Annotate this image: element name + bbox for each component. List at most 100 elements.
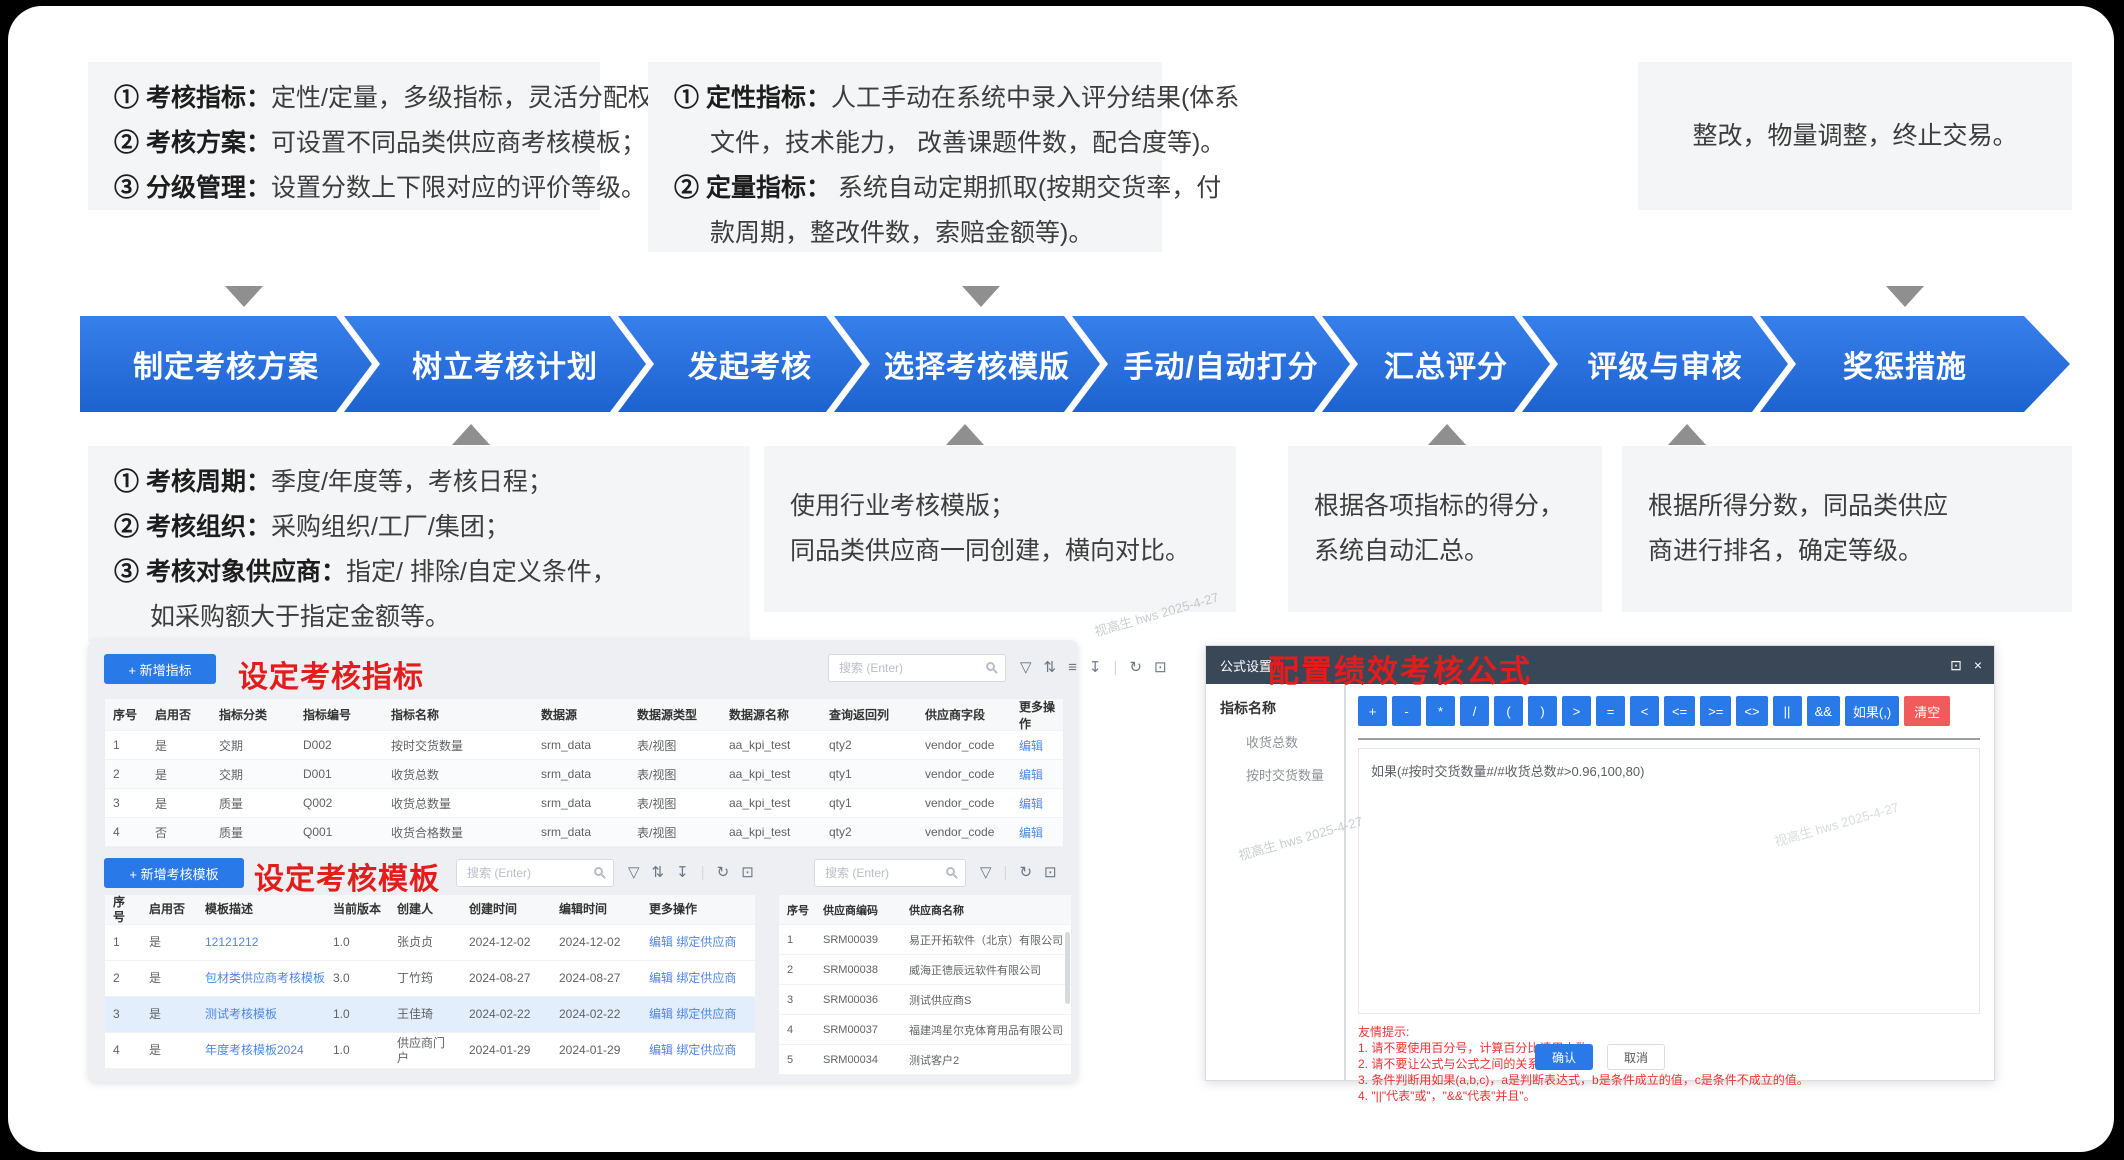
table-link[interactable]: 编辑 绑定供应商 bbox=[641, 997, 755, 1032]
info-text: 人工手动在系统中录入评分结果(体系 bbox=[831, 84, 1239, 112]
search-input[interactable] bbox=[828, 654, 1006, 682]
search-input[interactable] bbox=[814, 859, 966, 887]
operator-button[interactable]: * bbox=[1426, 696, 1455, 726]
confirm-button[interactable]: 确认 bbox=[1535, 1044, 1593, 1070]
up-arrow-icon bbox=[1668, 424, 1706, 445]
sort-icon[interactable]: ⇅ bbox=[1044, 658, 1057, 676]
table-cell: qty2 bbox=[821, 731, 917, 759]
table-cell: srm_data bbox=[533, 731, 629, 759]
metric-item[interactable]: 收货总数 bbox=[1246, 732, 1344, 751]
table-cell: vendor_code bbox=[917, 789, 1011, 817]
table-cell: 王佳琦 bbox=[389, 997, 461, 1032]
cancel-button[interactable]: 取消 bbox=[1607, 1044, 1665, 1070]
operator-button[interactable]: = bbox=[1596, 696, 1625, 726]
refresh-icon[interactable]: ↻ bbox=[1129, 658, 1142, 676]
info-text: 根据各项指标的得分， bbox=[1314, 492, 1564, 520]
search-input[interactable] bbox=[456, 859, 614, 887]
fullscreen-icon[interactable]: ⊡ bbox=[1154, 658, 1167, 676]
clear-button[interactable]: 清空 bbox=[1904, 696, 1950, 726]
down-arrow-icon bbox=[1886, 286, 1924, 307]
scrollbar[interactable] bbox=[1065, 932, 1070, 1004]
operator-button[interactable]: - bbox=[1392, 696, 1421, 726]
table-row: 1SRM00039易正开拓软件（北京）有限公司 bbox=[779, 925, 1071, 955]
flow-step-label: 制定考核方案 bbox=[133, 342, 319, 386]
table-link[interactable]: 编辑 绑定供应商 bbox=[641, 925, 755, 960]
download-icon[interactable]: ↧ bbox=[676, 863, 689, 881]
column-header: 当前版本 bbox=[325, 895, 389, 924]
operator-button[interactable]: || bbox=[1773, 696, 1802, 726]
operator-button[interactable]: / bbox=[1460, 696, 1489, 726]
flow-step-label: 发起考核 bbox=[668, 342, 812, 386]
add-indicator-button[interactable]: + 新增指标 bbox=[104, 654, 216, 684]
operator-button[interactable]: <= bbox=[1664, 696, 1695, 726]
operator-button[interactable]: > bbox=[1562, 696, 1591, 726]
fullscreen-icon[interactable]: ⊡ bbox=[741, 863, 754, 881]
table-cell: vendor_code bbox=[917, 818, 1011, 846]
formula-input[interactable]: 如果(#按时交货数量#/#收货总数#>0.96,100,80) bbox=[1358, 748, 1980, 1014]
table-row: 2是包材类供应商考核模板3.0丁竹筠2024-08-272024-08-27编辑… bbox=[105, 961, 755, 997]
metric-item[interactable]: 按时交货数量 bbox=[1246, 765, 1344, 784]
operator-button[interactable]: && bbox=[1807, 696, 1840, 726]
table-cell: 是 bbox=[141, 997, 197, 1032]
operator-button[interactable]: <> bbox=[1736, 696, 1767, 726]
operator-row: +-*/()>=<<=>=<>||&&如果(,)清空 bbox=[1358, 696, 1982, 726]
refresh-icon[interactable]: ↻ bbox=[1019, 863, 1032, 881]
table-link[interactable]: 编辑 bbox=[1011, 760, 1063, 788]
column-header: 供应商编码 bbox=[815, 895, 901, 924]
column-header: 序号 bbox=[779, 895, 815, 924]
column-header: 数据源类型 bbox=[629, 699, 721, 730]
info-box-summary: 根据各项指标的得分， 系统自动汇总。 bbox=[1288, 446, 1602, 612]
close-icon[interactable]: × bbox=[1974, 657, 1982, 673]
filter-icon[interactable]: ▽ bbox=[1020, 658, 1032, 676]
table-row: 5SRM00034测试客户2 bbox=[779, 1045, 1071, 1075]
refresh-icon[interactable]: ↻ bbox=[717, 863, 730, 881]
divider: | bbox=[701, 864, 705, 881]
table-link[interactable]: 12121212 bbox=[197, 925, 325, 960]
column-header: 供应商名称 bbox=[901, 895, 1071, 924]
sort-icon[interactable]: ⇅ bbox=[652, 863, 665, 881]
add-template-button[interactable]: + 新增考核模板 bbox=[104, 858, 244, 888]
table-cell: SRM00037 bbox=[815, 1015, 901, 1044]
metric-sidebar-title: 指标名称 bbox=[1220, 698, 1344, 718]
download-icon[interactable]: ↧ bbox=[1089, 658, 1102, 676]
divider: | bbox=[1004, 864, 1008, 881]
column-header: 启用否 bbox=[141, 895, 197, 924]
hint-line: 1. 请不要使用百分号，计算百分比请用小数。 bbox=[1358, 1040, 1978, 1056]
table-link[interactable]: 包材类供应商考核模板 bbox=[197, 961, 325, 996]
list-icon[interactable]: ≡ bbox=[1068, 659, 1077, 676]
table-cell: 按时交货数量 bbox=[383, 731, 533, 759]
filter-icon[interactable]: ▽ bbox=[980, 863, 992, 881]
operator-button[interactable]: 如果(,) bbox=[1845, 696, 1899, 726]
table-link[interactable]: 测试考核模板 bbox=[197, 997, 325, 1032]
operator-button[interactable]: + bbox=[1358, 696, 1387, 726]
table-link[interactable]: 编辑 bbox=[1011, 818, 1063, 846]
table-row: 4SRM00037福建鸿星尔克体育用品有限公司 bbox=[779, 1015, 1071, 1045]
table-cell: aa_kpi_test bbox=[721, 789, 821, 817]
dialog-header-icons: ⊡× bbox=[1950, 646, 1982, 684]
table-cell: 2 bbox=[105, 961, 141, 996]
fullscreen-icon[interactable]: ⊡ bbox=[1044, 863, 1057, 881]
table-link[interactable]: 编辑 绑定供应商 bbox=[641, 961, 755, 996]
table-cell: 福建鸿星尔克体育用品有限公司 bbox=[901, 1015, 1071, 1044]
filter-icon[interactable]: ▽ bbox=[628, 863, 640, 881]
table-link[interactable]: 编辑 bbox=[1011, 789, 1063, 817]
table-cell: 收货总数 bbox=[383, 760, 533, 788]
operator-button[interactable]: ) bbox=[1528, 696, 1557, 726]
fullscreen-icon[interactable]: ⊡ bbox=[1950, 657, 1962, 674]
down-arrow-icon bbox=[962, 286, 1000, 307]
table-toolbar: ▽ | ↻ ⊡ bbox=[980, 863, 1057, 881]
table-cell: 4 bbox=[779, 1015, 815, 1044]
table-link[interactable]: 编辑 bbox=[1011, 731, 1063, 759]
table-cell: 2 bbox=[779, 955, 815, 984]
hint-line: 4. "||"代表"或"，"&&"代表"并且"。 bbox=[1358, 1088, 1978, 1104]
info-label: ③ 考核对象供应商： bbox=[114, 558, 346, 586]
operator-button[interactable]: ( bbox=[1494, 696, 1523, 726]
operator-button[interactable]: < bbox=[1630, 696, 1659, 726]
table-cell: 质量 bbox=[211, 818, 295, 846]
table-link[interactable]: 年度考核模板2024 bbox=[197, 1033, 325, 1068]
operator-button[interactable]: >= bbox=[1700, 696, 1731, 726]
info-label: ② 考核组织： bbox=[114, 513, 271, 541]
info-text: 如采购额大于指定金额等。 bbox=[150, 603, 450, 631]
table-link[interactable]: 编辑 绑定供应商 bbox=[641, 1033, 755, 1068]
flow-step-label: 手动/自动打分 bbox=[1103, 342, 1318, 386]
